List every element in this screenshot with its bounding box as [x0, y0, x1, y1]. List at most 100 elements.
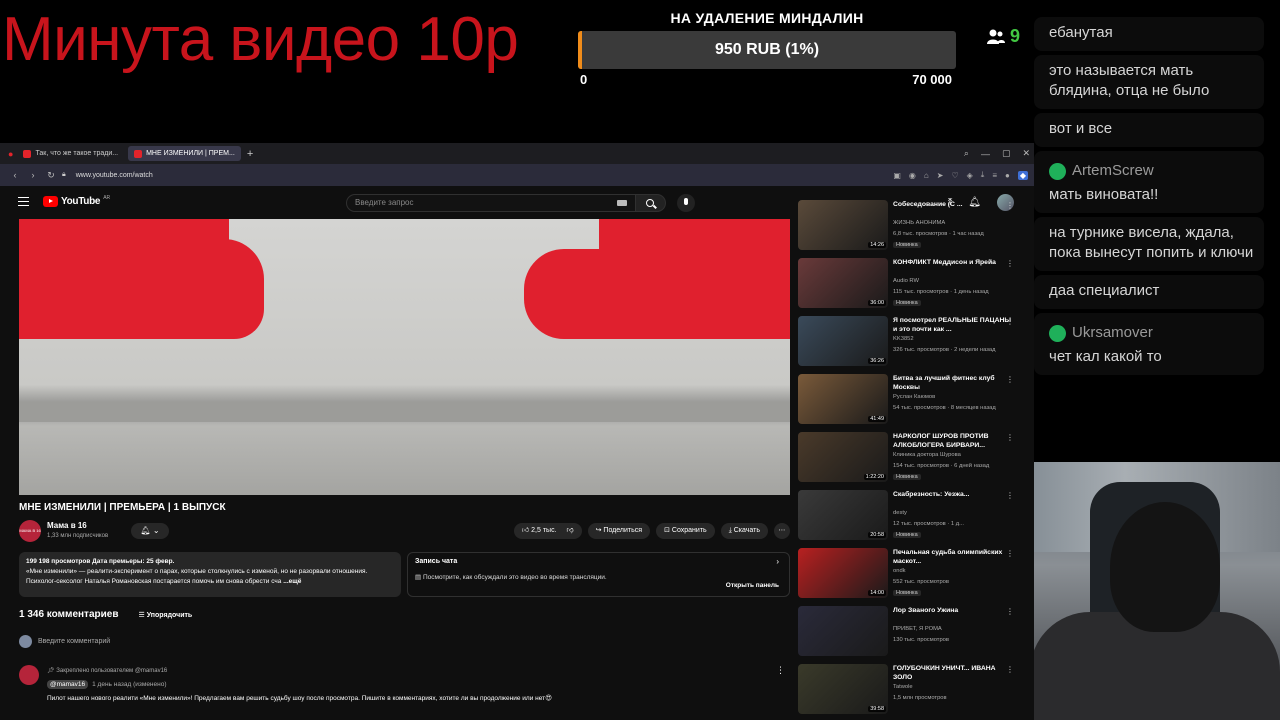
video-thumbnail[interactable]: 14:26: [798, 200, 888, 250]
url-field[interactable]: www.youtube.com/watch: [76, 172, 153, 179]
browser-tab[interactable]: Так, что же такое тради...: [17, 146, 124, 161]
video-title[interactable]: Я посмотрел РЕАЛЬНЫЕ ПАЦАНЫ и это почти …: [893, 316, 1013, 334]
video-channel[interactable]: Клиника доктора Шурова: [893, 452, 961, 458]
channel-name[interactable]: Мама в 16: [47, 521, 87, 530]
video-title[interactable]: Битва за лучший фитнес клуб Москвы: [893, 374, 1013, 392]
send-icon[interactable]: ➤: [937, 171, 944, 180]
recommended-video[interactable]: 41:49 Битва за лучший фитнес клуб Москвы Р…: [798, 374, 1028, 431]
video-player[interactable]: [19, 219, 790, 495]
more-options-icon[interactable]: ⋮: [1006, 201, 1014, 210]
video-thumbnail[interactable]: 14:00: [798, 548, 888, 598]
search-tabs-icon[interactable]: ⌕: [964, 148, 969, 159]
vpn-icon[interactable]: ◆: [1017, 170, 1028, 180]
video-title[interactable]: Печальная судьба олимпийских маскот...: [893, 548, 1013, 566]
save-button[interactable]: ⊡ Сохранить: [656, 523, 715, 539]
dislike-button[interactable]: 👎︎: [566, 527, 573, 534]
browser-tab-active[interactable]: МНЕ ИЗМЕНИЛИ | ПРЕМ...: [128, 146, 241, 161]
chat-text: даа специалист: [1049, 282, 1160, 299]
reload-icon[interactable]: ↻: [44, 170, 58, 181]
chevron-right-icon[interactable]: ›: [776, 557, 779, 566]
recommended-video[interactable]: 1:22:20 НАРКОЛОГ ШУРОВ ПРОТИВ АЛКОБЛОГЕРА…: [798, 432, 1028, 489]
video-thumbnail[interactable]: 1:22:20: [798, 432, 888, 482]
video-thumbnail[interactable]: 20:58: [798, 490, 888, 540]
video-thumbnail[interactable]: [798, 606, 888, 656]
browser-window: ● Так, что же такое тради... МНЕ ИЗМЕНИЛ…: [0, 143, 1034, 720]
download-icon[interactable]: ⤓: [981, 170, 985, 180]
close-icon[interactable]: ✕: [1022, 148, 1030, 159]
video-channel[interactable]: ПРИВЕТ, Я РОМА: [893, 626, 942, 632]
forward-icon[interactable]: ›: [26, 170, 40, 180]
chat-text: чет кал какой то: [1049, 348, 1162, 365]
description-text: «Мне изменили» — реалити-эксперимент о п…: [26, 568, 368, 585]
more-options-icon[interactable]: ⋮: [1006, 433, 1014, 442]
channel-avatar[interactable]: МАМА В 16: [19, 520, 41, 542]
video-thumbnail[interactable]: 36:26: [798, 316, 888, 366]
back-icon[interactable]: ‹: [8, 170, 22, 180]
like-button[interactable]: 👍︎ 2,5 тыс. 👎︎: [513, 523, 582, 539]
video-title[interactable]: НАРКОЛОГ ШУРОВ ПРОТИВ АЛКОБЛОГЕРА БИРВАР…: [893, 432, 1013, 450]
hamburger-icon[interactable]: [18, 197, 29, 206]
more-options-icon[interactable]: ⋮: [1006, 491, 1014, 500]
recommended-video[interactable]: 20:58 Скабрезность: Уезжа... desty 12 тыс. …: [798, 490, 1028, 547]
recommended-video[interactable]: 36:26 Я посмотрел РЕАЛЬНЫЕ ПАЦАНЫ и это п…: [798, 316, 1028, 373]
video-thumbnail[interactable]: 39:58: [798, 664, 888, 714]
recommended-video[interactable]: 36:00 КОНФЛИКТ Меддисон и Ярейа Audio RW 11…: [798, 258, 1028, 315]
video-channel[interactable]: ЖИЗНЬ АНОНИМА: [893, 220, 945, 226]
more-options-icon[interactable]: ⋮: [1006, 375, 1014, 384]
sort-button[interactable]: ☰ Упорядочить: [138, 611, 192, 619]
video-title[interactable]: Лор Званого Ужина: [893, 606, 1013, 615]
video-channel[interactable]: KK3852: [893, 336, 914, 342]
comment-more-icon[interactable]: ⋮: [776, 665, 785, 676]
video-thumbnail[interactable]: 41:49: [798, 374, 888, 424]
subscription-bell-button[interactable]: 🔔︎ ⌄: [131, 523, 169, 539]
more-options-icon[interactable]: ⋮: [1006, 665, 1014, 674]
video-channel[interactable]: desty: [893, 510, 907, 516]
opera-icon[interactable]: ●: [8, 149, 13, 159]
video-description[interactable]: 199 198 просмотров Дата премьеры: 25 фев…: [19, 552, 401, 597]
video-channel[interactable]: Tatwole: [893, 684, 913, 690]
add-comment-field[interactable]: Введите комментарий: [19, 635, 110, 648]
share-button[interactable]: ↪ Поделиться: [587, 523, 651, 539]
heart-icon[interactable]: ♡: [951, 171, 958, 180]
video-title[interactable]: Собеседование (С ...: [893, 200, 1013, 209]
recommended-video[interactable]: 14:26 Собеседование (С ... ЖИЗНЬ АНОНИМА 6,…: [798, 200, 1028, 257]
youtube-logo[interactable]: YouTube AR: [43, 195, 110, 207]
voice-search-icon[interactable]: [677, 194, 695, 212]
more-actions-icon[interactable]: ⋯: [774, 523, 790, 539]
video-title[interactable]: ГОЛУБОЧКИН УНИЧТ... ИВАНА ЗОЛО: [893, 664, 1013, 682]
video-channel[interactable]: Audio RW: [893, 278, 919, 284]
camera-icon[interactable]: ◉: [909, 171, 916, 180]
extension-icon[interactable]: ▣: [893, 171, 901, 180]
comment-author[interactable]: @mamav16: [47, 680, 89, 689]
video-title[interactable]: КОНФЛИКТ Меддисон и Ярейа: [893, 258, 1013, 267]
video-channel[interactable]: Руслан Каюмов: [893, 394, 935, 400]
profile-icon[interactable]: ●: [1005, 171, 1010, 180]
bookmark-icon[interactable]: ⌂: [924, 171, 929, 180]
description-more[interactable]: ...ещё: [283, 578, 301, 585]
video-title[interactable]: Скабрезность: Уезжа...: [893, 490, 1013, 499]
search-input[interactable]: Введите запрос: [346, 194, 636, 212]
open-panel-button[interactable]: Открыть панель: [726, 582, 779, 589]
pinned-label: Закреплено пользователем @mamav16: [56, 668, 168, 674]
menu-icon[interactable]: ≡: [992, 171, 997, 180]
more-options-icon[interactable]: ⋮: [1006, 607, 1014, 616]
cube-icon[interactable]: ◈: [967, 171, 973, 180]
more-options-icon[interactable]: ⋮: [1006, 317, 1014, 326]
more-options-icon[interactable]: ⋮: [1006, 259, 1014, 268]
minimize-icon[interactable]: —: [981, 149, 990, 159]
download-button[interactable]: ⤓ Скачать: [720, 523, 768, 539]
more-options-icon[interactable]: ⋮: [1006, 549, 1014, 558]
video-channel[interactable]: ondk: [893, 568, 906, 574]
keyboard-icon[interactable]: [617, 200, 627, 206]
youtube-tab-icon: [23, 149, 32, 158]
recommended-video[interactable]: 39:58 ГОЛУБОЧКИН УНИЧТ... ИВАНА ЗОЛО Tatwo…: [798, 664, 1028, 720]
chevron-down-icon: ⌄: [152, 526, 160, 535]
new-tab-icon[interactable]: +: [247, 148, 253, 160]
search-button[interactable]: [636, 194, 666, 212]
chat-text: это называется мать блядина, отца не был…: [1049, 62, 1210, 99]
maximize-icon[interactable]: ▢: [1002, 148, 1011, 159]
recommended-video[interactable]: 14:00 Печальная судьба олимпийских маскот…: [798, 548, 1028, 605]
comment-author-avatar[interactable]: [19, 665, 39, 685]
video-thumbnail[interactable]: 36:00: [798, 258, 888, 308]
recommended-video[interactable]: Лор Званого Ужина ПРИВЕТ, Я РОМА 130 тыс. …: [798, 606, 1028, 663]
